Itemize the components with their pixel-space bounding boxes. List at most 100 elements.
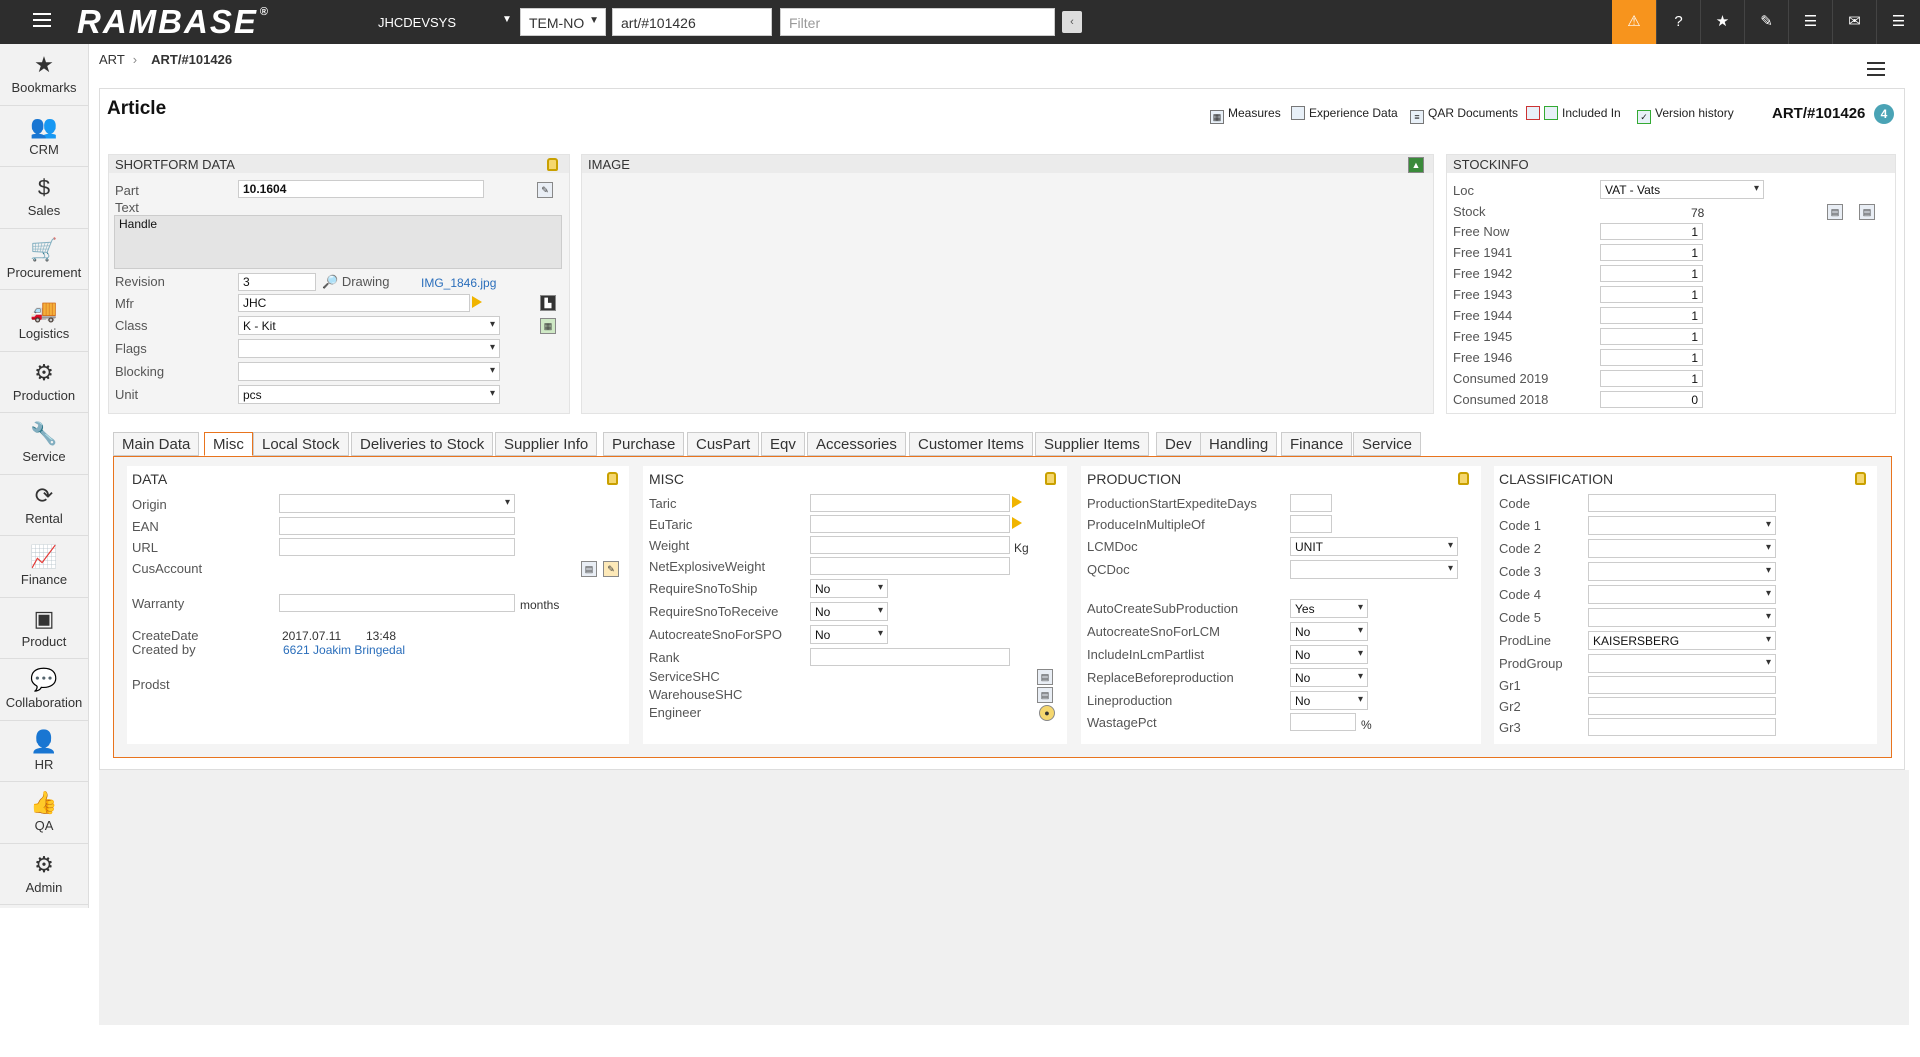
warehouse-shc-icon[interactable]: ▤ <box>1037 687 1053 703</box>
mfr-input[interactable]: JHC <box>238 294 470 312</box>
code1-select[interactable] <box>1588 516 1776 535</box>
tab-supplier-items[interactable]: Supplier Items <box>1035 432 1149 456</box>
measures-link[interactable]: ▦ Measures <box>1210 106 1281 124</box>
sidebar-item-crm[interactable]: 👥 CRM <box>0 106 88 167</box>
lock-icon[interactable] <box>1045 472 1056 485</box>
star-icon[interactable]: ★ <box>1700 0 1744 44</box>
sidebar-item-bookmarks[interactable]: ★ Bookmarks <box>0 44 88 106</box>
sidebar-item-qa[interactable]: 👍 QA <box>0 782 88 844</box>
cusaccount-icon[interactable]: ▤ <box>581 561 597 577</box>
sidebar-item-admin[interactable]: ⚙ Admin <box>0 844 88 905</box>
code4-select[interactable] <box>1588 585 1776 604</box>
gr1-input[interactable] <box>1588 676 1776 694</box>
code5-select[interactable] <box>1588 608 1776 627</box>
loc-select[interactable]: VAT - Vats <box>1600 180 1764 199</box>
menu-icon[interactable]: ☰ <box>1876 0 1920 44</box>
sidebar-item-service[interactable]: 🔧 Service <box>0 413 88 475</box>
stock-row-value[interactable]: 1 <box>1600 265 1703 282</box>
lock-icon[interactable] <box>607 472 618 485</box>
qar-documents-link[interactable]: ≡ QAR Documents <box>1410 106 1518 124</box>
require-sno-ship-select[interactable]: No <box>810 579 888 598</box>
include-lcm-select[interactable]: No <box>1290 645 1368 664</box>
stock-row-value[interactable]: 1 <box>1600 223 1703 240</box>
lineproduction-select[interactable]: No <box>1290 691 1368 710</box>
prodgroup-select[interactable] <box>1588 654 1776 673</box>
blocking-select[interactable] <box>238 362 500 381</box>
gr2-input[interactable] <box>1588 697 1776 715</box>
sidebar-item-collaboration[interactable]: 💬 Collaboration <box>0 659 88 721</box>
qcdoc-select[interactable] <box>1290 560 1458 579</box>
sidebar-item-hr[interactable]: 👤 HR <box>0 721 88 782</box>
part-input[interactable]: 10.1604 <box>238 180 484 198</box>
sar-icon-1[interactable]: ▤ <box>1827 204 1843 220</box>
tab-local-stock[interactable]: Local Stock <box>253 432 349 456</box>
autocreate-spo-select[interactable]: No <box>810 625 888 644</box>
rambase-logo[interactable]: RAMBASE ® <box>77 3 268 41</box>
goto-arrow-icon[interactable] <box>1012 517 1022 529</box>
breadcrumb-root[interactable]: ART <box>99 52 125 67</box>
stock-row-value[interactable]: 1 <box>1600 307 1703 324</box>
flags-select[interactable] <box>238 339 500 358</box>
warning-icon[interactable]: ⚠ <box>1612 0 1656 44</box>
tab-main-data[interactable]: Main Data <box>113 432 200 456</box>
filter-input[interactable]: Filter <box>780 8 1055 36</box>
article-badge[interactable]: 4 <box>1874 104 1894 124</box>
autocreate-lcm-select[interactable]: No <box>1290 622 1368 641</box>
tab-misc[interactable]: Misc <box>204 432 253 456</box>
tab-eqv[interactable]: Eqv <box>761 432 805 456</box>
lock-icon[interactable] <box>1458 472 1469 485</box>
stock-row-value[interactable]: 1 <box>1600 244 1703 261</box>
code-input[interactable] <box>1588 494 1776 512</box>
sidebar-item-logistics[interactable]: 🚚 Logistics <box>0 290 88 352</box>
help-icon[interactable]: ? <box>1656 0 1700 44</box>
lock-icon[interactable] <box>547 158 558 171</box>
goto-arrow-icon[interactable] <box>1012 496 1022 508</box>
code3-select[interactable] <box>1588 562 1776 581</box>
class-select[interactable]: K - Kit <box>238 316 500 335</box>
location-input[interactable]: art/#101426 <box>612 8 772 36</box>
sidebar-item-rental[interactable]: ⟳ Rental <box>0 475 88 536</box>
sidebar-item-product[interactable]: ▣ Product <box>0 598 88 659</box>
image-icon[interactable]: ▲ <box>1408 157 1424 173</box>
tab-deliveries-to-stock[interactable]: Deliveries to Stock <box>351 432 494 456</box>
revision-input[interactable]: 3 <box>238 273 316 291</box>
drawing-link[interactable]: IMG_1846.jpg <box>421 276 496 290</box>
net-explosive-input[interactable] <box>810 557 1010 575</box>
stock-row-value[interactable]: 1 <box>1600 286 1703 303</box>
production-start-input[interactable] <box>1290 494 1332 512</box>
createdby-link[interactable]: 6621 Joakim Bringedal <box>283 643 405 657</box>
taric-input[interactable] <box>810 494 1010 512</box>
sidebar-item-production[interactable]: ⚙ Production <box>0 352 88 413</box>
stock-row-value[interactable]: 1 <box>1600 328 1703 345</box>
stock-row-value[interactable]: 0 <box>1600 391 1703 408</box>
list-icon[interactable]: ☰ <box>1788 0 1832 44</box>
rank-input[interactable] <box>810 648 1010 666</box>
lcmdoc-select[interactable]: UNIT <box>1290 537 1458 556</box>
tab-service[interactable]: Service <box>1353 432 1422 456</box>
produce-multiple-input[interactable] <box>1290 515 1332 533</box>
goto-arrow-icon[interactable] <box>472 296 482 308</box>
stock-row-value[interactable]: 1 <box>1600 370 1703 387</box>
service-shc-icon[interactable]: ▤ <box>1037 669 1053 685</box>
warranty-input[interactable] <box>279 594 515 612</box>
tab-purchase[interactable]: Purchase <box>603 432 685 456</box>
page-menu-icon[interactable] <box>1867 62 1885 76</box>
version-history-link[interactable]: ✓ Version history <box>1637 106 1734 124</box>
tab-accessories[interactable]: Accessories <box>807 432 906 456</box>
origin-select[interactable] <box>279 494 515 513</box>
engineer-icon[interactable]: ● <box>1039 705 1055 721</box>
experience-data-link[interactable]: Experience Data <box>1291 106 1398 120</box>
wastage-input[interactable] <box>1290 713 1356 731</box>
replace-before-select[interactable]: No <box>1290 668 1368 687</box>
sidebar-item-finance[interactable]: 📈 Finance <box>0 536 88 598</box>
ean-input[interactable] <box>279 517 515 535</box>
tab-handling[interactable]: Handling <box>1200 432 1278 456</box>
autocreate-sub-select[interactable]: Yes <box>1290 599 1368 618</box>
company-select[interactable]: TEM-NO ▼ <box>520 8 606 36</box>
tab-dev[interactable]: Dev <box>1156 432 1201 456</box>
drawing-search[interactable]: 🔎 Drawing <box>322 274 390 290</box>
tab-customer-items[interactable]: Customer Items <box>909 432 1033 456</box>
sidebar-item-procurement[interactable]: 🛒 Procurement <box>0 229 88 290</box>
lock-icon[interactable] <box>1855 472 1866 485</box>
factory-icon[interactable]: ▙ <box>540 295 556 311</box>
